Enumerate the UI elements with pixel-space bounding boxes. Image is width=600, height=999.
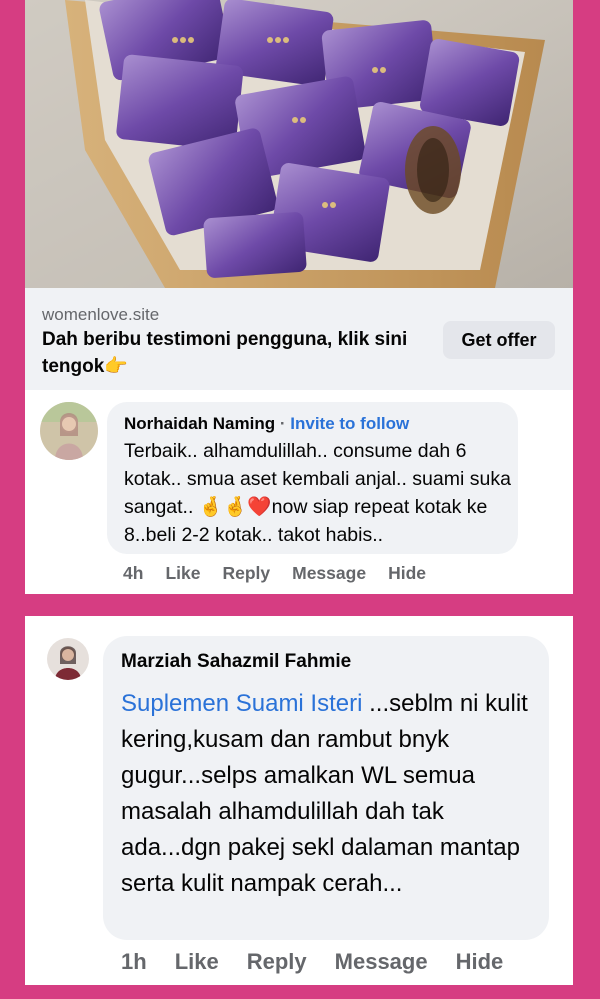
comment-card: Marziah Sahazmil Fahmie Suplemen Suami I… bbox=[25, 616, 573, 985]
ad-domain: womenlove.site bbox=[42, 305, 160, 324]
comment-author[interactable]: Marziah Sahazmil Fahmie bbox=[121, 651, 351, 673]
comment-actions: 1h Like Reply Message Hide bbox=[121, 949, 531, 975]
comment-time: 1h bbox=[121, 949, 147, 974]
comment-text: Terbaik.. alhamdulillah.. consume dah 6 … bbox=[124, 440, 511, 546]
get-offer-button[interactable]: Get offer bbox=[443, 321, 555, 359]
comment-actions: 4h Like Reply Message Hide bbox=[123, 563, 448, 584]
comment-header: Norhaidah Naming · Invite to follow bbox=[124, 414, 409, 434]
message-button[interactable]: Message bbox=[292, 563, 366, 584]
comment-bubble: Norhaidah Naming · Invite to follow Terb… bbox=[107, 402, 518, 554]
ad-headline-text: Dah beribu testimoni pengguna, klik sini… bbox=[42, 329, 408, 377]
reply-button[interactable]: Reply bbox=[247, 949, 307, 975]
hide-button[interactable]: Hide bbox=[456, 949, 504, 975]
product-image[interactable] bbox=[25, 0, 573, 288]
avatar[interactable] bbox=[40, 402, 98, 460]
reply-button[interactable]: Reply bbox=[222, 563, 270, 584]
tagged-page-link[interactable]: Suplemen Suami Isteri bbox=[121, 690, 362, 717]
comment-text: Suplemen Suami Isteri ...seblm ni kulit … bbox=[121, 686, 541, 902]
pointing-hand-icon: 👉 bbox=[104, 356, 128, 377]
like-button[interactable]: Like bbox=[175, 949, 219, 975]
ad-link-footer[interactable]: womenlove.site Dah beribu testimoni peng… bbox=[25, 288, 573, 390]
ad-headline[interactable]: Dah beribu testimoni pengguna, klik sini… bbox=[42, 326, 432, 380]
comment-body: ...seblm ni kulit kering,kusam dan rambu… bbox=[121, 690, 528, 897]
like-button[interactable]: Like bbox=[165, 563, 200, 584]
message-button[interactable]: Message bbox=[335, 949, 428, 975]
ad-post-card: womenlove.site Dah beribu testimoni peng… bbox=[25, 0, 573, 594]
comment-bubble: Marziah Sahazmil Fahmie Suplemen Suami I… bbox=[103, 636, 549, 940]
hide-button[interactable]: Hide bbox=[388, 563, 426, 584]
avatar[interactable] bbox=[47, 638, 89, 680]
comment-author[interactable]: Norhaidah Naming bbox=[124, 414, 275, 433]
separator: · bbox=[279, 414, 286, 433]
comment-time: 4h bbox=[123, 563, 144, 583]
invite-to-follow-link[interactable]: Invite to follow bbox=[290, 414, 409, 433]
